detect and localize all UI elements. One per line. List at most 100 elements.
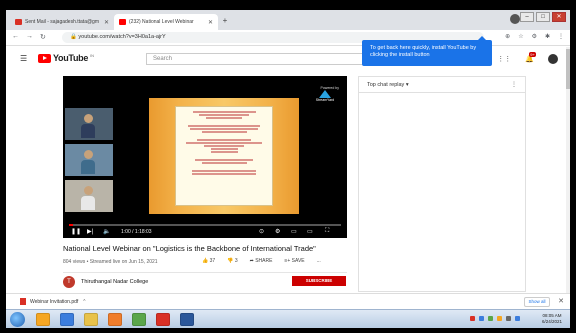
- taskbar-app-icon[interactable]: [156, 313, 170, 326]
- tab-strip: Sent Mail - sajagadesh.ttata@gm ✕ (232) …: [6, 10, 570, 30]
- video-player[interactable]: Powered by StreamYard ❚❚ ▶| 🔈 1:00 / 1:1…: [63, 76, 347, 238]
- share-button[interactable]: ➦ SHARE: [250, 258, 273, 264]
- chat-header[interactable]: Top chat replay ▾: [359, 77, 525, 93]
- streamyard-label: StreamYard: [315, 98, 335, 102]
- divider: [63, 272, 347, 273]
- lock-icon: 🔒: [70, 34, 77, 40]
- participant-thumbnail: [65, 144, 113, 176]
- volume-icon[interactable]: 🔈: [103, 228, 110, 235]
- install-app-icon[interactable]: ⊕: [505, 33, 510, 40]
- monitor-frame: Sent Mail - sajagadesh.ttata@gm ✕ (232) …: [0, 0, 576, 333]
- back-icon[interactable]: ←: [12, 33, 19, 40]
- settings-gear-icon[interactable]: ⚙: [275, 228, 280, 235]
- autoplay-toggle-icon[interactable]: ⊙: [259, 228, 264, 235]
- tray-icon[interactable]: [479, 316, 484, 321]
- channel-name[interactable]: Thiruthangal Nadar College: [81, 279, 148, 285]
- logo-wordmark: YouTube: [53, 53, 89, 63]
- share-label: SHARE: [255, 258, 273, 264]
- video-meta: 804 views • Streamed live on Jun 15, 202…: [63, 259, 158, 265]
- theater-mode-icon[interactable]: ▭: [307, 228, 313, 235]
- more-actions-button[interactable]: ...: [317, 258, 321, 264]
- country-code: IN: [90, 53, 95, 58]
- thumbs-up-icon: 👍: [202, 258, 209, 264]
- youtube-favicon-icon: [119, 19, 126, 25]
- dislike-count: 3: [234, 258, 238, 264]
- chat-menu-icon[interactable]: ⋮: [511, 81, 517, 88]
- install-tooltip[interactable]: To get back here quickly, install YouTub…: [362, 36, 492, 66]
- taskbar-app-icon[interactable]: [108, 313, 122, 326]
- header-actions: ⋮⋮ 🔔 9+: [497, 52, 558, 64]
- channel-avatar[interactable]: T: [63, 276, 75, 288]
- participant-thumbnails: [63, 108, 115, 214]
- like-count: 37: [209, 258, 216, 264]
- forward-icon[interactable]: →: [26, 33, 33, 40]
- page-scrollbar[interactable]: [566, 47, 570, 297]
- taskbar-app-icon[interactable]: [132, 313, 146, 326]
- scrollbar-thumb[interactable]: [566, 49, 570, 89]
- start-button[interactable]: [10, 312, 25, 327]
- tray-icon[interactable]: [506, 316, 511, 321]
- save-button[interactable]: ≡+ SAVE: [284, 258, 304, 264]
- tab-label: Sent Mail - sajagadesh.ttata@gm: [25, 19, 100, 25]
- download-item[interactable]: Webinar Invitation.pdf ⌃: [20, 298, 86, 305]
- system-clock[interactable]: 08:05 AM 6/24/2021: [542, 313, 562, 325]
- menu-dots-icon[interactable]: ⋮: [558, 33, 564, 40]
- participant-thumbnail: [65, 180, 113, 212]
- taskbar-app-icon[interactable]: [84, 313, 98, 326]
- participant-thumbnail: [65, 108, 113, 140]
- pause-icon[interactable]: ❚❚: [71, 228, 81, 235]
- taskbar-app-icon[interactable]: [180, 313, 194, 326]
- notifications-bell-icon[interactable]: 🔔 9+: [525, 52, 536, 63]
- tab-label: (232) National Level Webinar: [129, 19, 194, 25]
- progress-fill: [69, 224, 73, 226]
- windows-taskbar: 08:05 AM 6/24/2021: [6, 309, 570, 328]
- search-input[interactable]: Search: [146, 53, 366, 65]
- reload-icon[interactable]: ↻: [40, 33, 46, 41]
- taskbar-app-icon[interactable]: [36, 313, 50, 326]
- like-button[interactable]: 👍 37: [202, 258, 215, 264]
- tray-icon[interactable]: [488, 316, 493, 321]
- thumbs-down-icon: 👎: [227, 258, 234, 264]
- chevron-up-icon[interactable]: ⌃: [82, 299, 86, 305]
- youtube-logo[interactable]: YouTube IN: [38, 53, 94, 63]
- notification-badge: 9+: [529, 52, 536, 57]
- player-controls: ❚❚ ▶| 🔈 1:00 / 1:18:03 ⊙ ⚙ ▭ ▭ ⛶: [63, 224, 347, 238]
- share-icon: ➦: [249, 258, 254, 264]
- presentation-slide: [149, 98, 299, 214]
- minimize-button[interactable]: –: [520, 12, 534, 22]
- screen: Sent Mail - sajagadesh.ttata@gm ✕ (232) …: [6, 10, 570, 328]
- close-download-bar-icon[interactable]: ✕: [558, 297, 564, 305]
- person-figure: [81, 186, 95, 210]
- fullscreen-icon[interactable]: ⛶: [325, 228, 329, 235]
- hamburger-menu-icon[interactable]: ☰: [20, 54, 27, 63]
- puzzle-icon[interactable]: ✱: [545, 33, 550, 40]
- dislike-button[interactable]: 👎 3: [227, 258, 237, 264]
- progress-bar[interactable]: [69, 224, 341, 226]
- tray-icon[interactable]: [515, 316, 520, 321]
- close-window-button[interactable]: ✕: [552, 12, 566, 22]
- browser-profile-icon[interactable]: [510, 14, 520, 24]
- tab-close-icon[interactable]: ✕: [208, 19, 213, 26]
- tab-close-icon[interactable]: ✕: [104, 19, 109, 26]
- next-icon[interactable]: ▶|: [87, 228, 93, 235]
- bookmark-star-icon[interactable]: ☆: [518, 33, 523, 40]
- tray-icon[interactable]: [470, 316, 475, 321]
- gmail-icon: [15, 19, 22, 25]
- tab-youtube[interactable]: (232) National Level Webinar ✕: [114, 14, 218, 30]
- maximize-button[interactable]: □: [536, 12, 550, 22]
- account-avatar[interactable]: [548, 54, 558, 64]
- system-tray: [470, 316, 520, 321]
- extension-icon[interactable]: ⚙: [532, 33, 537, 40]
- playlist-add-icon: ≡+: [284, 258, 291, 264]
- new-tab-button[interactable]: +: [220, 16, 230, 26]
- download-bar: Webinar Invitation.pdf ⌃ Show all ✕: [6, 293, 570, 309]
- subscribe-button[interactable]: SUBSCRIBE: [292, 276, 346, 286]
- apps-grid-icon[interactable]: ⋮⋮: [497, 55, 511, 63]
- taskbar-app-icon[interactable]: [60, 313, 74, 326]
- save-label: SAVE: [291, 258, 305, 264]
- tab-gmail[interactable]: Sent Mail - sajagadesh.ttata@gm ✕: [10, 14, 114, 30]
- miniplayer-icon[interactable]: ▭: [291, 228, 297, 235]
- show-all-button[interactable]: Show all: [524, 297, 550, 307]
- youtube-play-icon: [38, 53, 51, 63]
- tray-icon[interactable]: [497, 316, 502, 321]
